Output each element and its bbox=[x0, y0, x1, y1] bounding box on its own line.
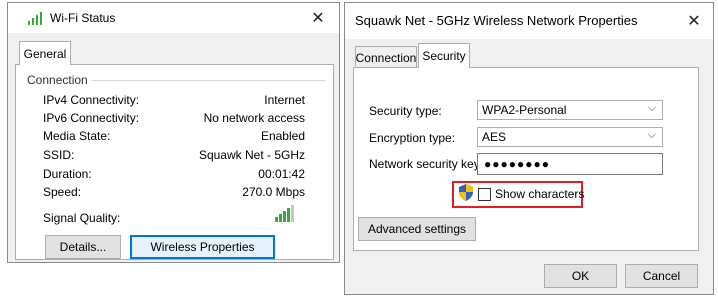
security-type-label: Security type: bbox=[369, 104, 442, 118]
security-type-value: WPA2-Personal bbox=[482, 103, 567, 117]
signal-bars-icon bbox=[275, 205, 297, 222]
wireless-properties-button[interactable]: Wireless Properties bbox=[130, 235, 275, 259]
general-panel: Connection IPv4 Connectivity: Internet I… bbox=[15, 64, 334, 260]
ssid-value: Squawk Net - 5GHz bbox=[198, 148, 305, 162]
speed-label: Speed: bbox=[43, 185, 82, 199]
speed-value: 270.0 Mbps bbox=[242, 185, 305, 199]
ok-button[interactable]: OK bbox=[544, 264, 617, 288]
chevron-down-icon: ⌵ bbox=[647, 102, 656, 114]
security-panel: Security type: WPA2-Personal ⌵ Encryptio… bbox=[353, 67, 699, 251]
close-button[interactable]: ✕ bbox=[303, 6, 333, 30]
signal-bar bbox=[279, 214, 282, 222]
ipv4-label: IPv4 Connectivity: bbox=[43, 93, 140, 107]
encryption-type-select[interactable]: AES ⌵ bbox=[477, 127, 663, 147]
network-key-label: Network security key bbox=[369, 157, 480, 171]
security-type-select[interactable]: WPA2-Personal ⌵ bbox=[477, 100, 663, 120]
show-characters-label[interactable]: Show characters bbox=[495, 187, 584, 201]
title-bar: Wi-Fi Status ✕ bbox=[8, 3, 339, 33]
ipv6-value: No network access bbox=[203, 111, 305, 125]
close-button[interactable]: ✕ bbox=[679, 9, 709, 33]
signal-quality-label: Signal Quality: bbox=[43, 211, 121, 225]
show-characters-checkbox[interactable] bbox=[478, 188, 491, 201]
divider bbox=[92, 80, 326, 81]
network-key-input[interactable]: ●●●●●●●● bbox=[477, 153, 663, 175]
uac-shield-icon bbox=[459, 184, 473, 201]
close-icon: ✕ bbox=[311, 10, 325, 27]
chevron-down-icon: ⌵ bbox=[647, 129, 656, 141]
wifi-signal-icon bbox=[28, 11, 46, 25]
duration-value: 00:01:42 bbox=[258, 167, 305, 181]
tab-general[interactable]: General bbox=[19, 41, 71, 65]
media-state-label: Media State: bbox=[43, 129, 111, 143]
media-state-value: Enabled bbox=[260, 129, 305, 143]
signal-bar bbox=[283, 211, 286, 222]
ipv4-value: Internet bbox=[264, 93, 305, 107]
close-icon: ✕ bbox=[687, 13, 701, 30]
network-properties-window: Squawk Net - 5GHz Wireless Network Prope… bbox=[344, 2, 714, 295]
cancel-button[interactable]: Cancel bbox=[625, 264, 698, 288]
ssid-label: SSID: bbox=[43, 148, 75, 162]
tab-security[interactable]: Security bbox=[418, 43, 470, 68]
encryption-type-value: AES bbox=[482, 130, 507, 144]
duration-label: Duration: bbox=[43, 167, 92, 181]
signal-bar bbox=[287, 208, 290, 222]
window-title: Squawk Net - 5GHz Wireless Network Prope… bbox=[355, 13, 638, 28]
connection-group-caption: Connection bbox=[27, 73, 88, 87]
signal-bar bbox=[275, 217, 278, 222]
details-button[interactable]: Details... bbox=[45, 235, 121, 259]
ipv6-label: IPv6 Connectivity: bbox=[43, 111, 140, 125]
title-bar: Squawk Net - 5GHz Wireless Network Prope… bbox=[345, 3, 713, 39]
advanced-settings-button[interactable]: Advanced settings bbox=[358, 217, 476, 241]
signal-bar bbox=[291, 205, 294, 222]
window-title: Wi-Fi Status bbox=[50, 11, 116, 25]
encryption-type-label: Encryption type: bbox=[369, 131, 456, 145]
tab-connection[interactable]: Connection bbox=[355, 46, 417, 68]
wifi-status-window: Wi-Fi Status ✕ General Connection IPv4 C… bbox=[7, 2, 340, 263]
